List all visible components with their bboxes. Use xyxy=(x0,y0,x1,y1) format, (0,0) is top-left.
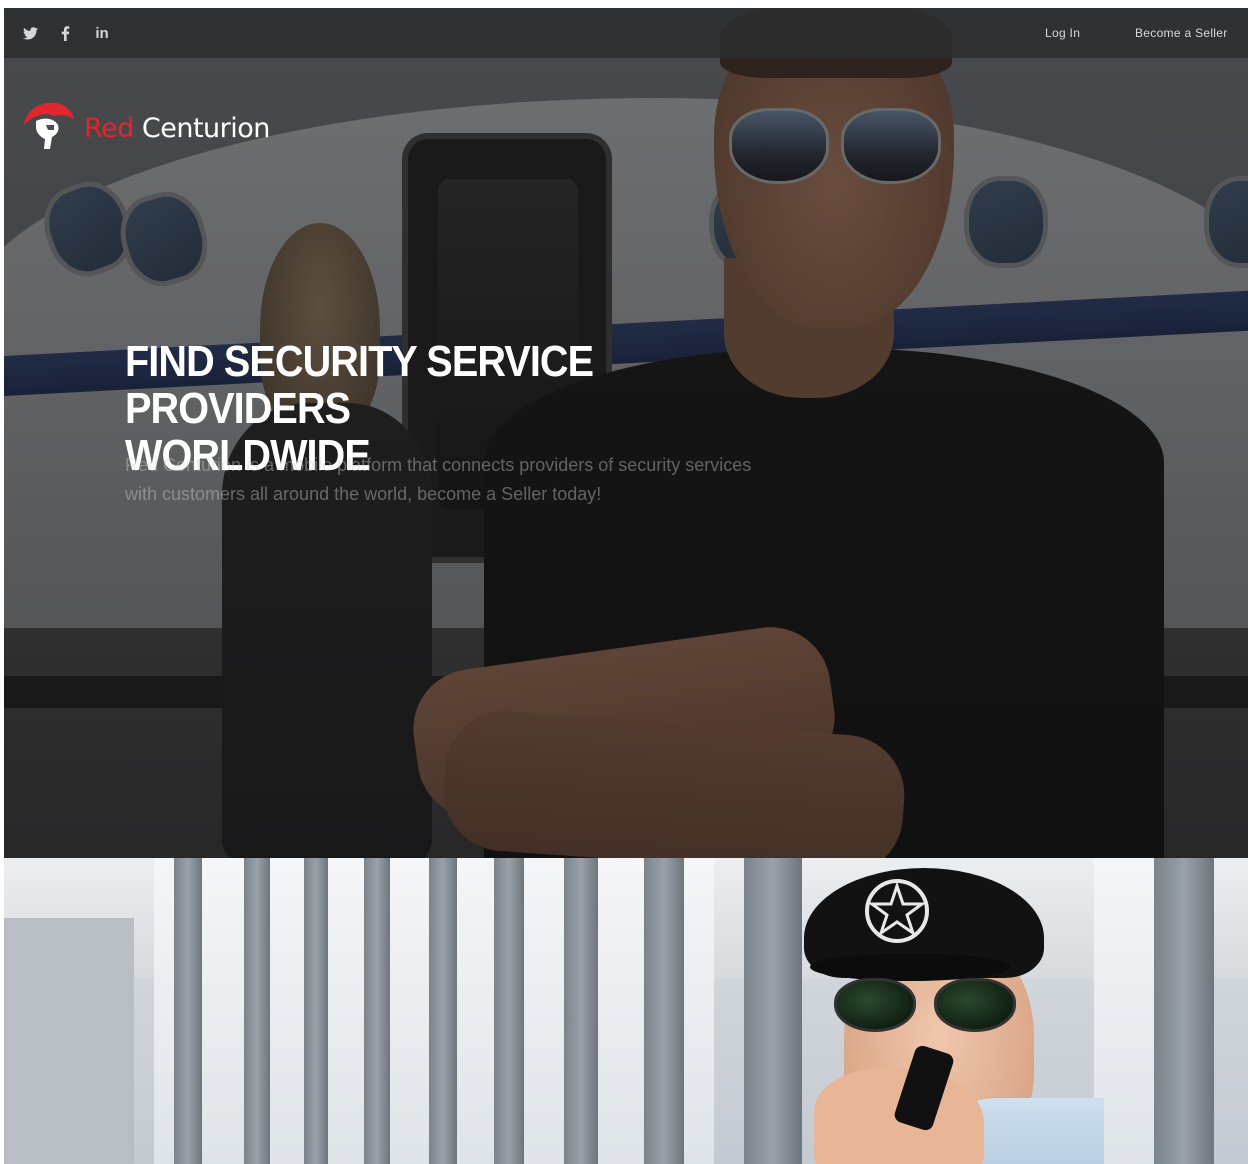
aviator-sunglasses xyxy=(834,978,1024,1038)
window-pillar xyxy=(744,858,802,1164)
window-pillar xyxy=(429,858,457,1164)
window-pillar xyxy=(564,858,598,1164)
window-pillar xyxy=(304,858,328,1164)
login-link[interactable]: Log In xyxy=(1045,8,1080,58)
hero-section: in Log In Become a Seller Red Centurion … xyxy=(4,8,1248,858)
linkedin-icon[interactable]: in xyxy=(88,8,116,58)
become-seller-link[interactable]: Become a Seller xyxy=(1135,8,1228,58)
top-bar: in Log In Become a Seller xyxy=(4,8,1248,58)
page-frame: in Log In Become a Seller Red Centurion … xyxy=(4,8,1248,1164)
window-pillar xyxy=(1154,858,1214,1164)
logo-text: Red Centurion xyxy=(84,113,270,144)
twitter-icon[interactable] xyxy=(16,8,44,58)
hero-description: Red Centurion is a mobile platform that … xyxy=(125,451,815,509)
hero-description-line-1: Red Centurion is a mobile platform that … xyxy=(125,455,752,475)
logo-text-white: Centurion xyxy=(133,112,271,144)
centurion-helmet-icon xyxy=(20,99,78,157)
star-badge-icon xyxy=(865,879,929,943)
brand-logo[interactable]: Red Centurion xyxy=(20,98,270,158)
hero-description-line-2: with customers all around the world, bec… xyxy=(125,484,602,504)
window-pillar xyxy=(364,858,390,1164)
logo-text-red: Red xyxy=(84,112,134,144)
hero-headline-line-1: FIND SECURITY SERVICE PROVIDERS xyxy=(125,337,594,433)
security-guard-figure xyxy=(804,858,1104,1164)
window-pillar xyxy=(174,858,202,1164)
facebook-icon[interactable] xyxy=(51,8,79,58)
window-pillar xyxy=(244,858,270,1164)
guard-photo-section xyxy=(4,858,1248,1164)
window-pillar xyxy=(644,858,684,1164)
office-wall xyxy=(4,918,134,1164)
window-pillar xyxy=(494,858,524,1164)
